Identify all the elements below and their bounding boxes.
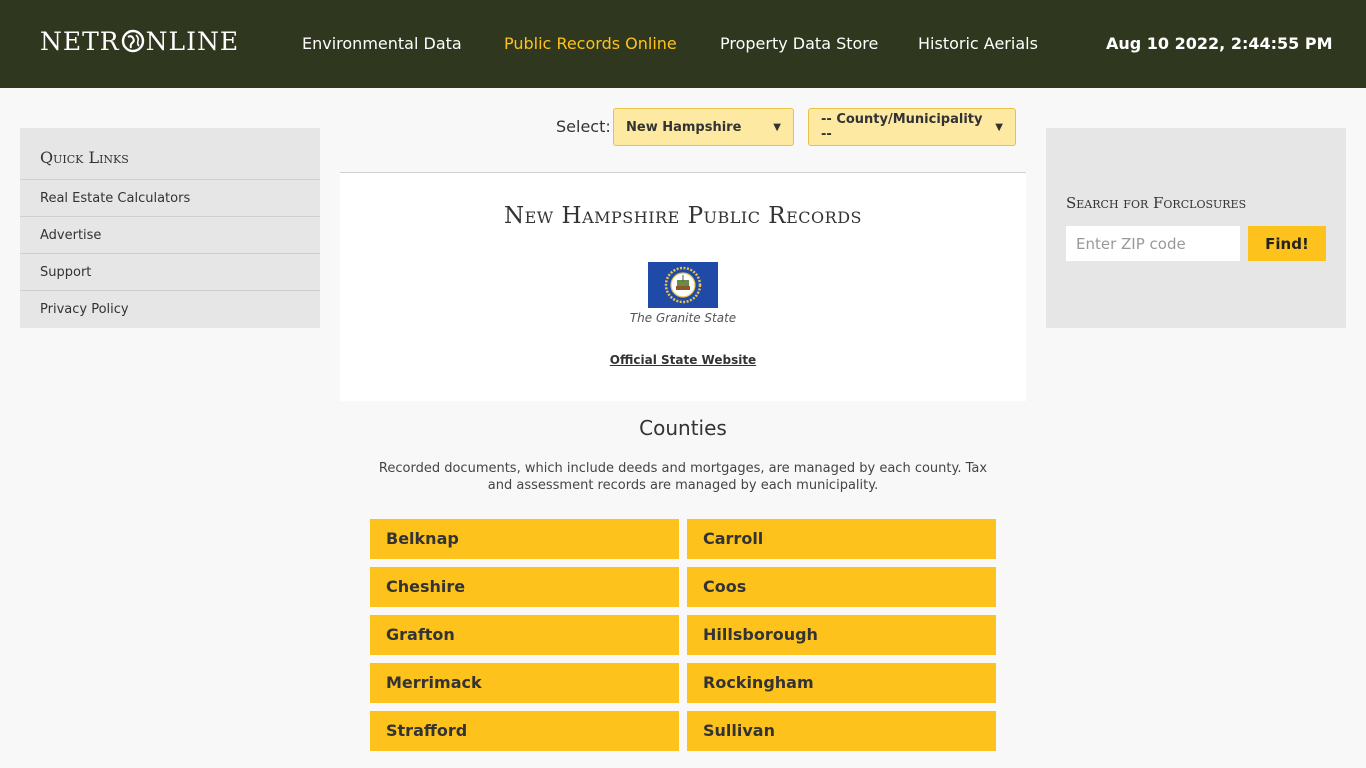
county-button-sullivan[interactable]: Sullivan: [687, 711, 996, 751]
counties-description: Recorded documents, which include deeds …: [378, 461, 988, 493]
netronline-logo[interactable]: NETR NLINE: [40, 26, 239, 56]
chevron-down-icon: ▼: [773, 121, 781, 133]
find-button[interactable]: Find!: [1248, 226, 1326, 261]
county-button-rockingham[interactable]: Rockingham: [687, 663, 996, 703]
county-select[interactable]: -- County/Municipality -- ▼: [808, 108, 1016, 146]
foreclosure-search-panel: Search for Forclosures Find!: [1046, 128, 1346, 328]
logo-text-part2: NLINE: [145, 26, 240, 56]
nav-property-data-store[interactable]: Property Data Store: [720, 34, 878, 53]
nav-public-records-online[interactable]: Public Records Online: [504, 34, 677, 53]
county-button-belknap[interactable]: Belknap: [370, 519, 679, 559]
state-nickname: The Granite State: [629, 311, 737, 325]
county-button-hillsborough[interactable]: Hillsborough: [687, 615, 996, 655]
foreclosure-search-title: Search for Forclosures: [1066, 194, 1247, 212]
quick-link-real-estate-calculators[interactable]: Real Estate Calculators: [20, 180, 320, 217]
state-flag-icon: [648, 262, 718, 308]
state-info-card: New Hampshire Public Records The Granite…: [340, 172, 1026, 401]
county-button-grafton[interactable]: Grafton: [370, 615, 679, 655]
county-button-merrimack[interactable]: Merrimack: [370, 663, 679, 703]
nav-environmental-data[interactable]: Environmental Data: [302, 34, 462, 53]
state-select[interactable]: New Hampshire ▼: [613, 108, 794, 146]
quick-links-title: Quick Links: [20, 128, 320, 180]
zip-code-input[interactable]: [1066, 226, 1240, 261]
quick-link-privacy-policy[interactable]: Privacy Policy: [20, 291, 320, 328]
site-header: NETR NLINE Environmental Data Public Rec…: [0, 0, 1366, 88]
chevron-down-icon: ▼: [995, 121, 1003, 133]
globe-icon: [121, 29, 144, 53]
county-button-coos[interactable]: Coos: [687, 567, 996, 607]
header-clock: Aug 10 2022, 2:44:55 PM: [1106, 34, 1333, 53]
counties-heading: Counties: [639, 416, 727, 440]
county-button-cheshire[interactable]: Cheshire: [370, 567, 679, 607]
select-label: Select:: [556, 117, 611, 136]
nav-historic-aerials[interactable]: Historic Aerials: [918, 34, 1038, 53]
page-title: New Hampshire Public Records: [503, 203, 862, 229]
county-button-strafford[interactable]: Strafford: [370, 711, 679, 751]
logo-text-part1: NETR: [40, 26, 120, 56]
state-select-value: New Hampshire: [626, 119, 742, 135]
county-select-value: -- County/Municipality --: [821, 112, 983, 142]
county-button-carroll[interactable]: Carroll: [687, 519, 996, 559]
quick-links-panel: Quick Links Real Estate Calculators Adve…: [20, 128, 320, 328]
quick-link-support[interactable]: Support: [20, 254, 320, 291]
official-state-website-link[interactable]: Official State Website: [340, 353, 1026, 367]
quick-link-advertise[interactable]: Advertise: [20, 217, 320, 254]
